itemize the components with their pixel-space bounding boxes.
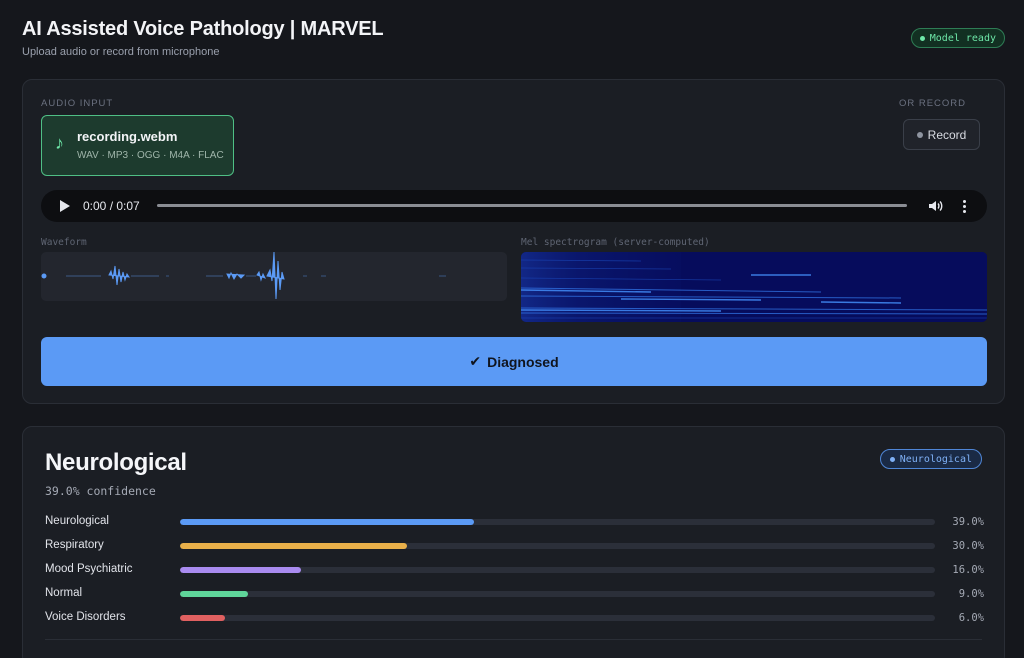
page-subtitle: Upload audio or record from microphone xyxy=(22,46,220,58)
class-probability-track xyxy=(180,615,935,621)
class-name: Voice Disorders xyxy=(45,611,126,623)
player-time: 0:00 / 0:07 xyxy=(83,199,140,213)
diagnosis-confidence: 39.0% confidence xyxy=(45,484,156,498)
class-percent: 6.0% xyxy=(958,612,984,624)
class-row: Voice Disorders 6.0% xyxy=(45,610,984,626)
record-dot-icon xyxy=(916,131,923,138)
diagnosis-result-panel: Neurological 39.0% confidence Neurologic… xyxy=(22,426,1005,658)
class-probability-track xyxy=(180,591,935,597)
page-header: AI Assisted Voice Pathology | MARVEL Upl… xyxy=(22,18,384,58)
class-probability-track xyxy=(180,519,935,525)
class-probability-track xyxy=(180,567,935,573)
diagnose-button-label: Diagnosed xyxy=(487,353,559,370)
class-probability-fill xyxy=(180,615,226,621)
file-upload-dropzone[interactable]: ♪ recording.webm WAV · MP3 · OGG · M4A ·… xyxy=(41,115,234,176)
class-probability-track xyxy=(180,543,935,549)
diagnosis-badge-text: Neurological xyxy=(899,453,972,465)
spectrogram-label: Mel spectrogram (server-computed) xyxy=(521,237,710,248)
waveform-view xyxy=(41,252,507,301)
result-divider xyxy=(45,639,982,640)
record-button[interactable]: Record xyxy=(903,119,980,150)
class-row: Neurological 39.0% xyxy=(45,514,984,530)
accepted-file-types: WAV · MP3 · OGG · M4A · FLAC xyxy=(77,150,224,161)
status-dot-icon xyxy=(919,35,925,41)
seek-slider[interactable] xyxy=(157,204,907,207)
class-row: Respiratory 30.0% xyxy=(45,538,984,554)
class-probability-fill xyxy=(180,591,248,597)
class-probability-fill xyxy=(180,567,301,573)
music-note-icon: ♪ xyxy=(55,133,64,153)
class-probability-fill xyxy=(180,543,407,549)
diagnosis-badge: Neurological xyxy=(879,449,982,469)
diagnosis-title: Neurological xyxy=(45,449,187,476)
or-record-label: OR RECORD xyxy=(898,98,966,109)
class-percent: 39.0% xyxy=(952,516,984,528)
volume-icon[interactable] xyxy=(927,198,943,214)
class-row: Normal 9.0% xyxy=(45,586,984,602)
audio-input-panel: AUDIO INPUT OR RECORD ♪ recording.webm W… xyxy=(22,79,1005,404)
class-name: Respiratory xyxy=(45,539,104,551)
model-status-text: Model ready xyxy=(929,32,996,44)
audio-input-label: AUDIO INPUT xyxy=(41,98,114,109)
more-options-icon[interactable] xyxy=(963,198,967,214)
badge-dot-icon xyxy=(889,456,895,462)
spectrogram-graphic xyxy=(521,252,987,322)
model-status-badge: Model ready xyxy=(910,28,1005,48)
page-title: AI Assisted Voice Pathology | MARVEL xyxy=(22,18,384,40)
audio-player: 0:00 / 0:07 xyxy=(41,190,987,222)
record-button-label: Record xyxy=(927,127,967,142)
check-icon: ✔ xyxy=(469,353,482,369)
class-probability-fill xyxy=(180,519,475,525)
class-name: Normal xyxy=(45,587,83,599)
diagnose-button[interactable]: ✔ Diagnosed xyxy=(41,337,987,386)
class-percent: 9.0% xyxy=(958,588,984,600)
class-percent: 16.0% xyxy=(952,564,984,576)
spectrogram-view xyxy=(521,252,987,322)
waveform-graphic xyxy=(41,252,446,300)
file-name: recording.webm xyxy=(77,129,178,144)
class-name: Neurological xyxy=(45,515,109,527)
class-percent: 30.0% xyxy=(952,540,984,552)
waveform-label: Waveform xyxy=(41,237,87,248)
class-name: Mood Psychiatric xyxy=(45,563,133,575)
play-icon[interactable] xyxy=(60,200,70,212)
class-row: Mood Psychiatric 16.0% xyxy=(45,562,984,578)
